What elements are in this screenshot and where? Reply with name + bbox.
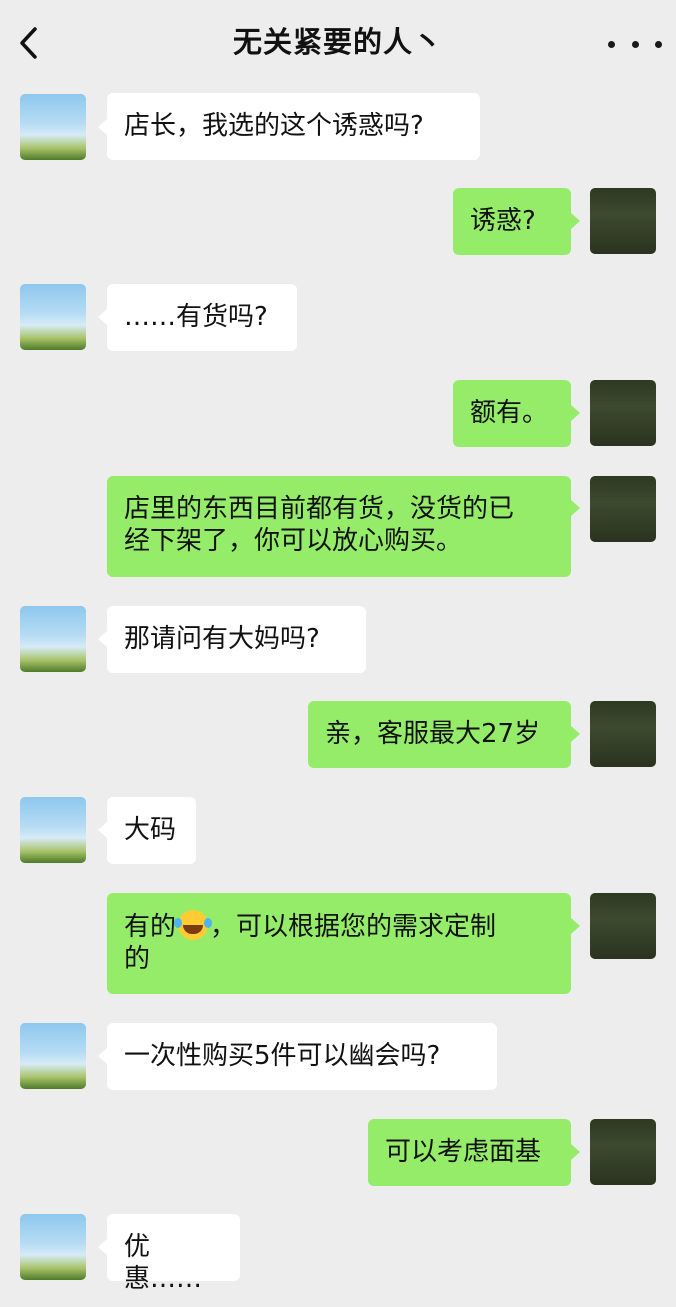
bubble-tail	[571, 1144, 580, 1160]
bubble-tail	[571, 405, 580, 421]
chevron-left-icon[interactable]	[14, 26, 44, 60]
chat-header: 无关紧要的人丶	[0, 0, 676, 86]
bubble-tail	[571, 918, 580, 934]
self-avatar[interactable]	[590, 701, 656, 767]
outgoing-message[interactable]: 有的 ，可以根据您的需求定制 的	[107, 893, 571, 994]
incoming-message[interactable]: 那请问有大妈吗?	[107, 606, 366, 673]
laughing-crying-emoji-icon	[174, 910, 209, 940]
bubble-tail	[98, 1048, 107, 1064]
contact-avatar[interactable]	[20, 1214, 86, 1280]
incoming-message[interactable]: 店长，我选的这个诱惑吗?	[107, 93, 480, 160]
message-text: 有的	[124, 912, 177, 942]
incoming-message[interactable]: ……有货吗?	[107, 284, 297, 351]
more-dots-icon[interactable]	[608, 30, 662, 58]
bubble-tail	[98, 631, 107, 647]
bubble-tail	[98, 119, 107, 135]
contact-avatar[interactable]	[20, 284, 86, 350]
bubble-tail	[571, 500, 580, 516]
bubble-tail	[571, 213, 580, 229]
self-avatar[interactable]	[590, 893, 656, 959]
self-avatar[interactable]	[590, 1119, 656, 1185]
contact-avatar[interactable]	[20, 94, 86, 160]
outgoing-message[interactable]: 额有。	[453, 380, 571, 447]
contact-avatar[interactable]	[20, 797, 86, 863]
outgoing-message[interactable]: 亲，客服最大27岁	[308, 701, 571, 768]
bubble-tail	[98, 1239, 107, 1255]
chat-title: 无关紧要的人丶	[232, 25, 443, 59]
self-avatar[interactable]	[590, 380, 656, 446]
bubble-tail	[98, 309, 107, 325]
contact-avatar[interactable]	[20, 606, 86, 672]
incoming-message[interactable]: 大码	[107, 797, 196, 864]
self-avatar[interactable]	[590, 476, 656, 542]
outgoing-message[interactable]: 店里的东西目前都有货，没货的已 经下架了，你可以放心购买。	[107, 476, 571, 577]
bubble-tail	[571, 726, 580, 742]
outgoing-message[interactable]: 可以考虑面基	[368, 1119, 571, 1186]
incoming-message[interactable]: 优惠……	[107, 1214, 240, 1294]
contact-avatar[interactable]	[20, 1023, 86, 1089]
self-avatar[interactable]	[590, 188, 656, 254]
outgoing-message[interactable]: 诱惑?	[453, 188, 571, 255]
bubble-tail	[98, 822, 107, 838]
incoming-message[interactable]: 一次性购买5件可以幽会吗?	[107, 1023, 497, 1090]
